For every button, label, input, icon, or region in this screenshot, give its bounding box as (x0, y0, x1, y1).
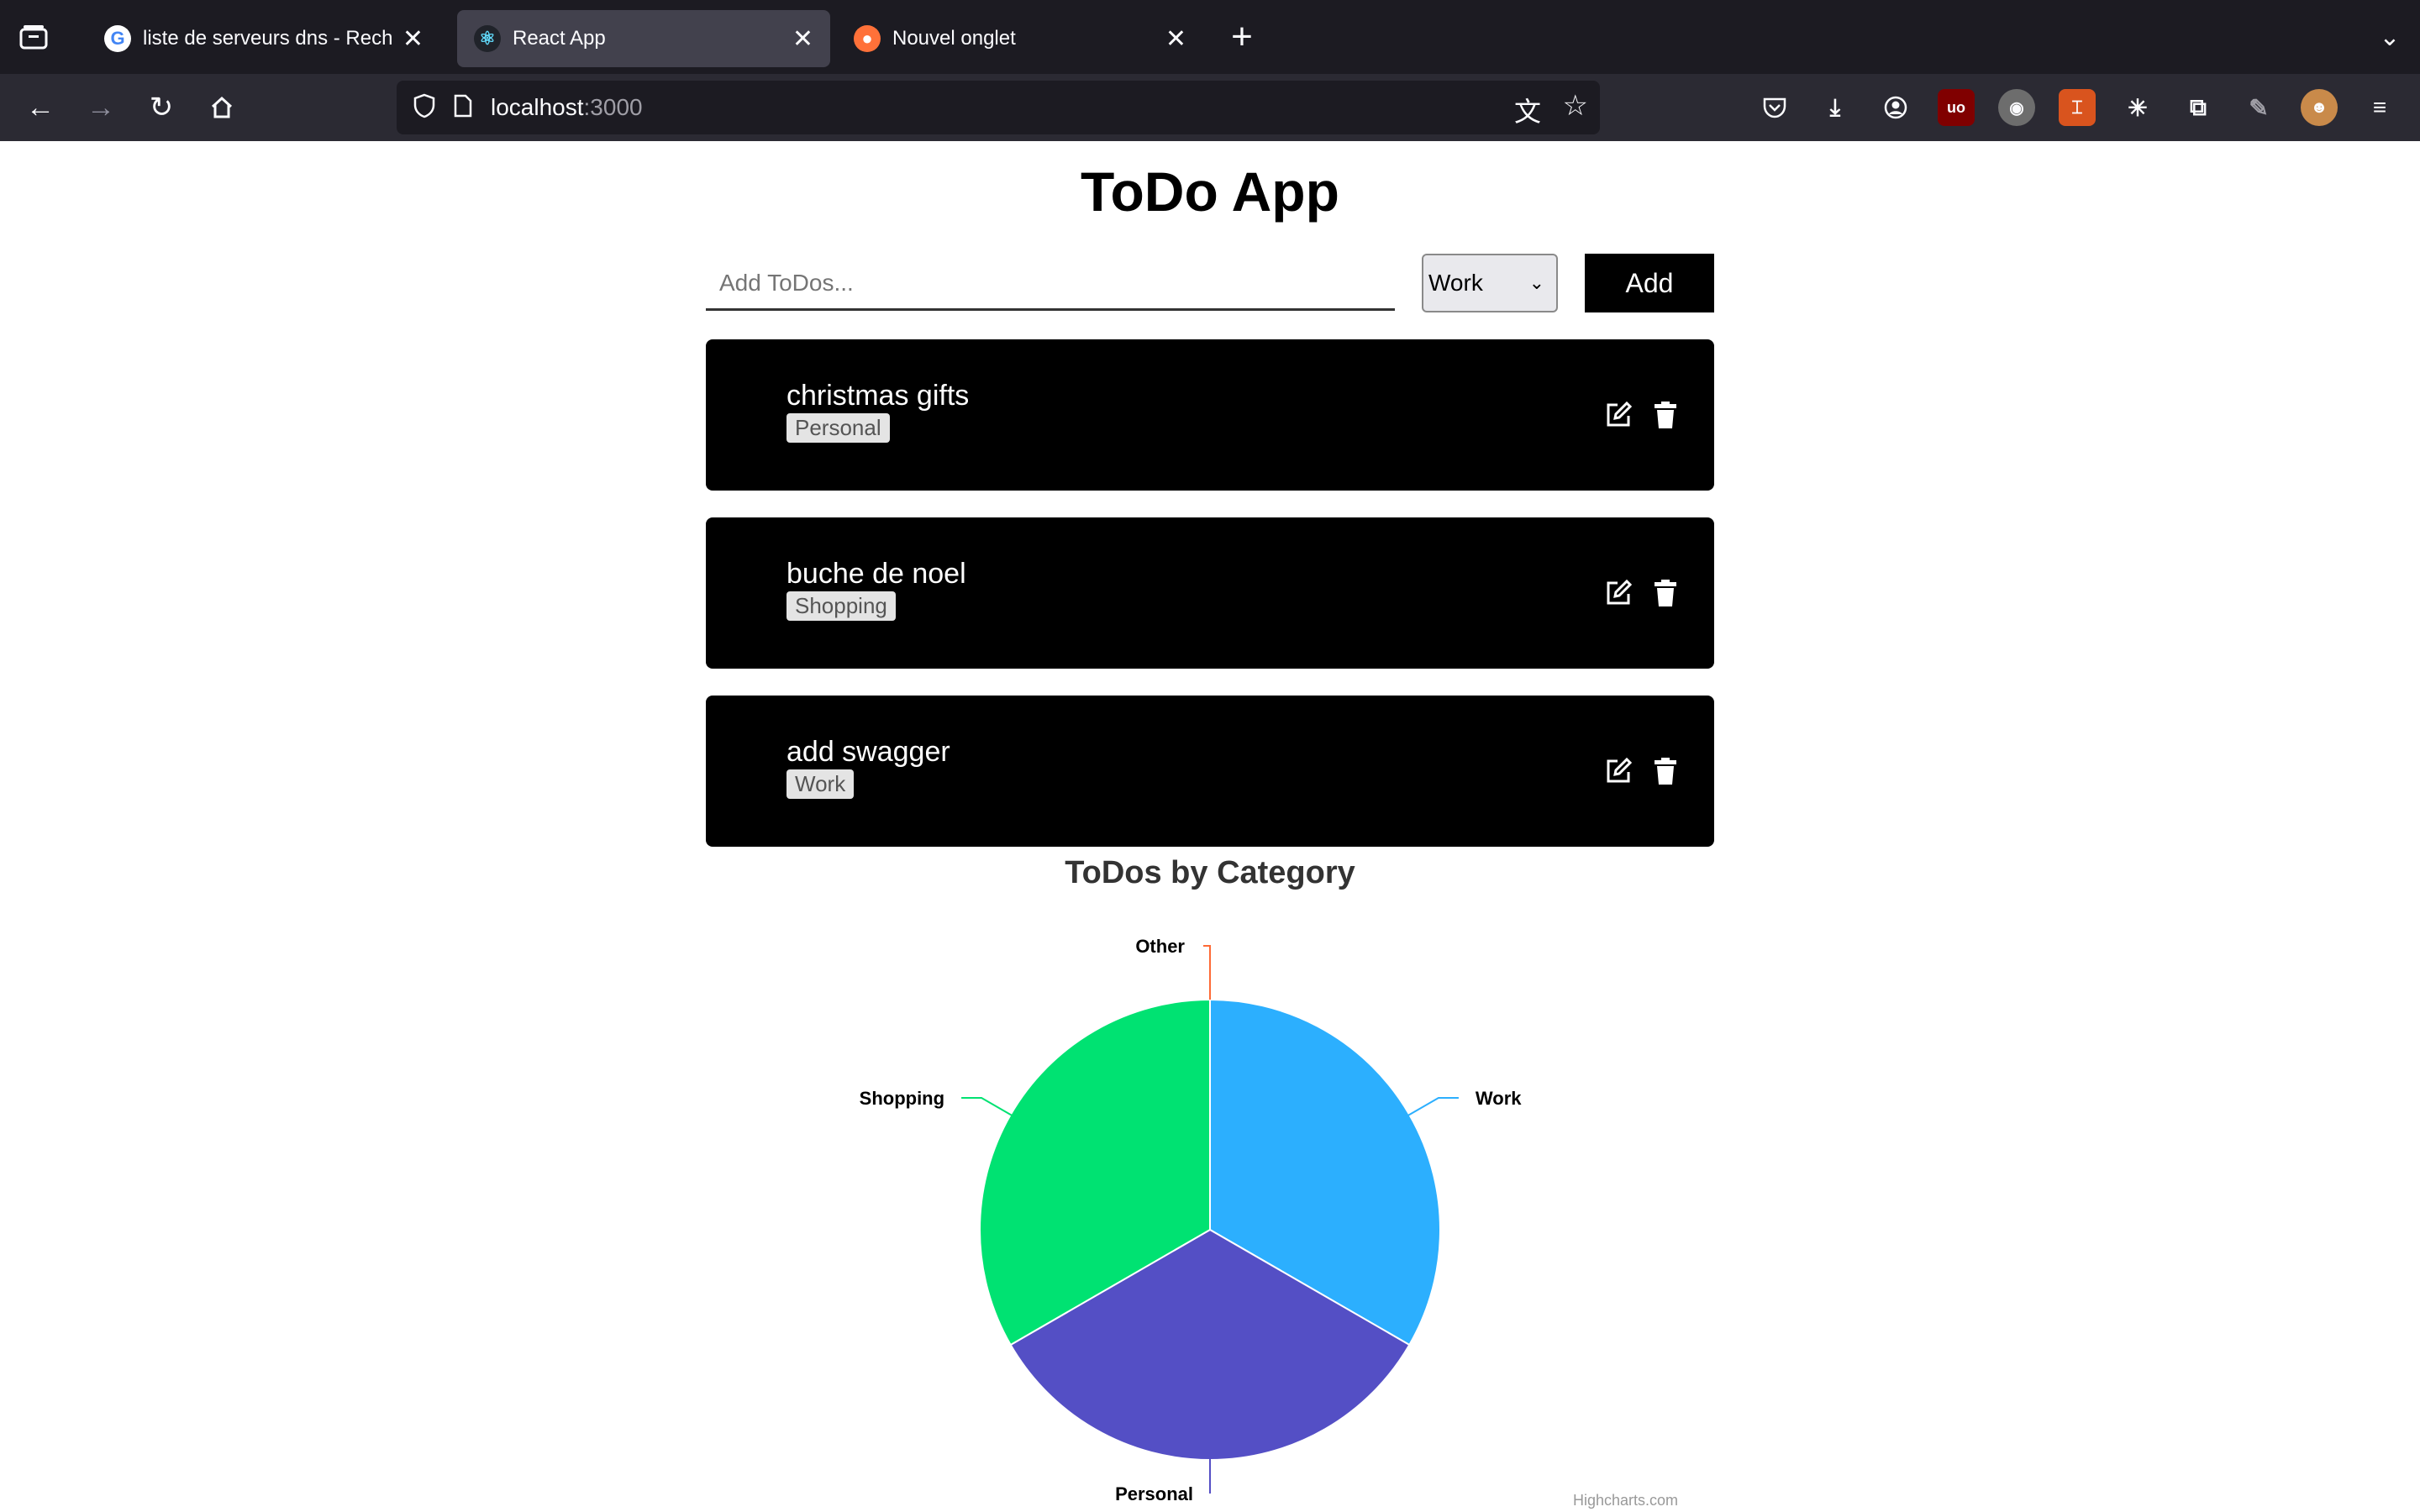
data-label-other: Other (1135, 936, 1185, 957)
connector-line (1404, 1097, 1459, 1118)
data-label-personal: Personal (1115, 1483, 1193, 1504)
data-label-shopping: Shopping (860, 1088, 944, 1109)
highcharts-credits[interactable]: Highcharts.com (1573, 1492, 1678, 1509)
pie-chart: Work Personal Shopping Other (860, 936, 1523, 1504)
connector-line (1203, 945, 1211, 1000)
data-label-work: Work (1476, 1088, 1522, 1109)
connector-line (961, 1097, 1016, 1118)
